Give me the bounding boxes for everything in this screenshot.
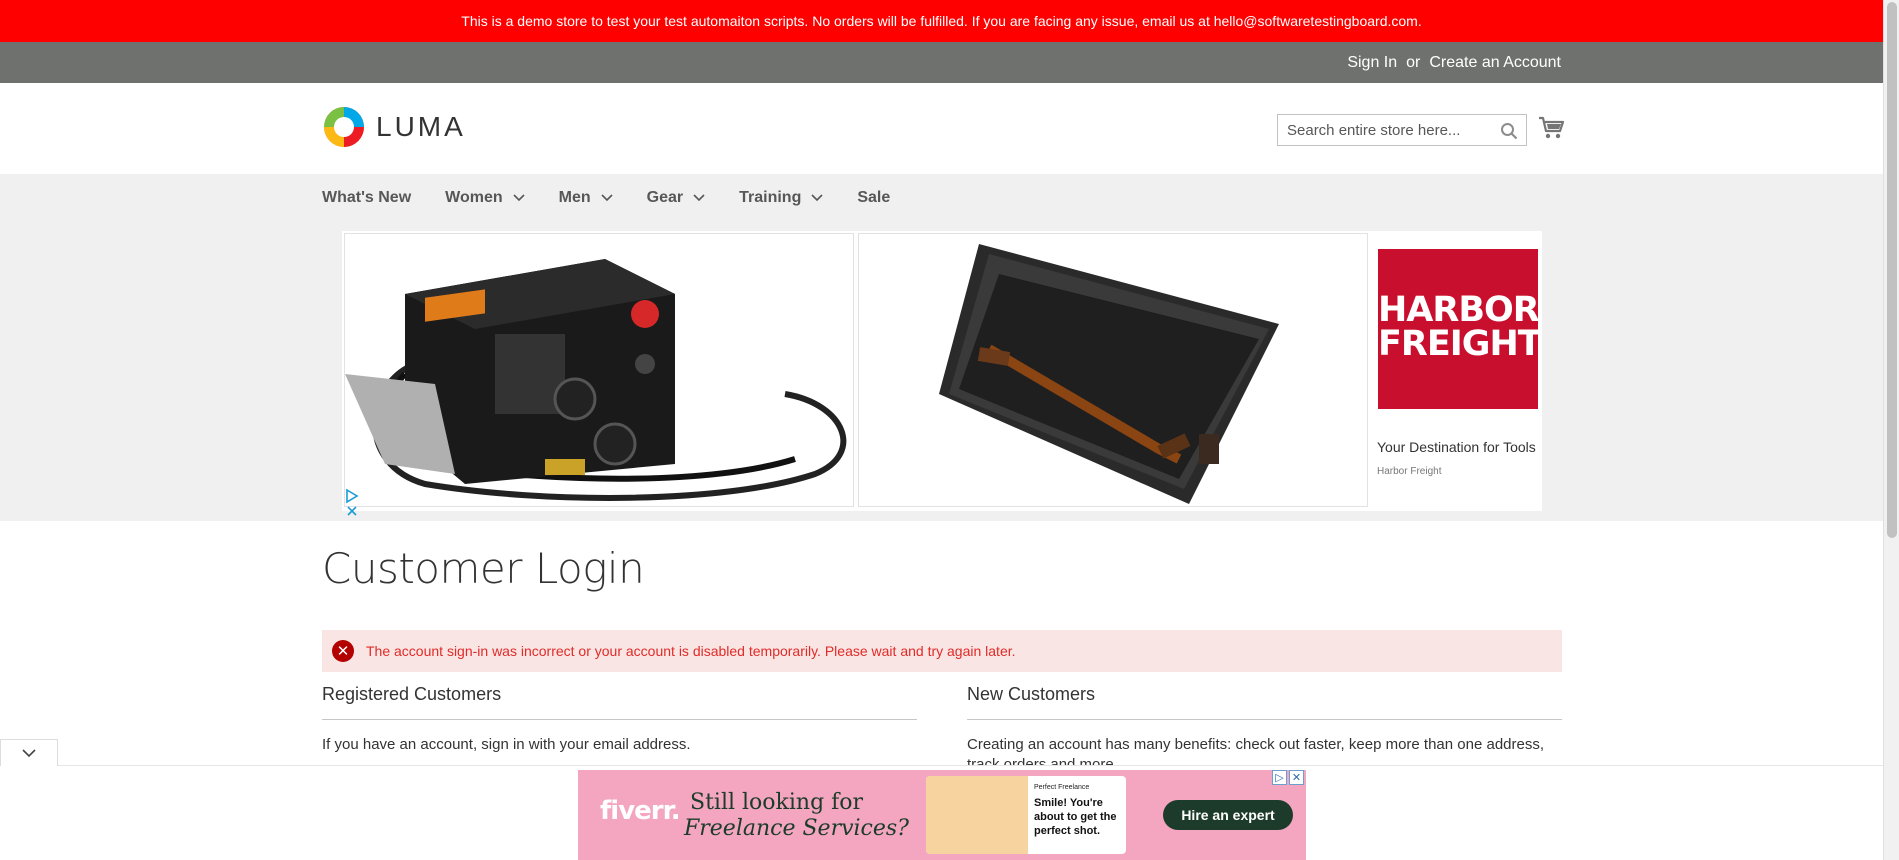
- scrollbar-thumb[interactable]: [1887, 2, 1897, 538]
- fiverr-gig-seller: Perfect Freelance: [1034, 784, 1090, 791]
- nav-item-label: Training: [739, 189, 802, 206]
- logo-text: LUMA: [376, 111, 466, 142]
- nav-item-whats-new[interactable]: What's New: [322, 189, 411, 207]
- ad-advertiser: Harbor Freight: [1377, 466, 1442, 477]
- nav-item-men[interactable]: Men: [559, 189, 613, 207]
- divider: [322, 719, 917, 720]
- rifle-case-image: [859, 234, 1367, 506]
- luma-logo-icon: [324, 107, 364, 147]
- demo-notice-text: This is a demo store to test your test a…: [461, 13, 1422, 29]
- top-utility-bar: Sign In or Create an Account: [0, 42, 1883, 83]
- collapse-ad-toggle[interactable]: [0, 739, 58, 766]
- search-box: [1277, 114, 1527, 146]
- fiverr-gig-image: [926, 776, 1028, 854]
- close-icon[interactable]: ✕: [1289, 770, 1304, 785]
- registered-customers-text: If you have an account, sign in with you…: [322, 736, 691, 753]
- ad-title[interactable]: Your Destination for Tools: [1377, 439, 1541, 456]
- welder-image: [345, 234, 853, 506]
- error-x-icon: ✕: [332, 640, 354, 662]
- fiverr-gig-text: Smile! You're about to get the perfect s…: [1034, 797, 1117, 837]
- fiverr-ad[interactable]: fiverr. Still looking for Freelance Serv…: [578, 770, 1306, 860]
- fiverr-headline: Still looking for Freelance Services?: [684, 790, 909, 842]
- nav-item-sale[interactable]: Sale: [857, 189, 890, 207]
- fiverr-gig-card[interactable]: Perfect Freelance Smile! You're about to…: [926, 776, 1126, 854]
- page-scrollbar[interactable]: [1883, 0, 1899, 860]
- demo-notice-bar: This is a demo store to test your test a…: [0, 0, 1883, 42]
- nav-item-label: Gear: [646, 189, 684, 206]
- adchoices-icon[interactable]: [345, 488, 359, 518]
- create-account-link[interactable]: Create an Account: [1429, 42, 1561, 83]
- chevron-down-icon: [22, 749, 36, 758]
- fiverr-headline-line2: Freelance Services?: [684, 816, 909, 841]
- nav-item-training[interactable]: Training: [739, 189, 823, 207]
- adchoices-icon[interactable]: ▷: [1272, 770, 1287, 785]
- ad-controls: ▷ ✕: [1272, 770, 1304, 785]
- page-title: Customer Login: [322, 544, 645, 593]
- hire-expert-button[interactable]: Hire an expert: [1163, 800, 1293, 830]
- site-header: LUMA: [0, 83, 1883, 174]
- search-icon[interactable]: [1500, 122, 1518, 140]
- main-navigation: What's New Women Men Gear Training Sale: [322, 174, 924, 222]
- fiverr-logo: fiverr.: [600, 796, 681, 826]
- or-separator: or: [1406, 54, 1421, 71]
- sign-in-link[interactable]: Sign In: [1347, 42, 1397, 83]
- registered-customers-title: Registered Customers: [322, 684, 502, 704]
- nav-item-label: What's New: [322, 189, 412, 206]
- ad-product-rifle-case[interactable]: [858, 233, 1368, 507]
- harbor-freight-logo-line: FREIGHT: [1378, 324, 1542, 364]
- chevron-down-icon: [693, 194, 705, 202]
- nav-and-ad-area: What's New Women Men Gear Training Sale: [0, 174, 1883, 521]
- luma-logo[interactable]: LUMA: [322, 105, 466, 149]
- new-customers-title: New Customers: [967, 684, 1096, 704]
- chevron-down-icon: [811, 194, 823, 202]
- nav-item-label: Men: [558, 189, 591, 206]
- nav-item-label: Women: [445, 189, 503, 206]
- ad-brand-panel[interactable]: HARBOR FREIGHT Your Destination for Tool…: [1375, 233, 1542, 509]
- adchoices-controls[interactable]: [345, 488, 359, 518]
- chevron-down-icon: [601, 194, 613, 202]
- harbor-freight-logo-line: HARBOR: [1378, 290, 1540, 330]
- error-message-text: The account sign-in was incorrect or you…: [366, 643, 1016, 659]
- error-message: ✕ The account sign-in was incorrect or y…: [322, 630, 1562, 672]
- nav-item-label: Sale: [857, 189, 891, 206]
- chevron-down-icon: [513, 194, 525, 202]
- divider: [967, 719, 1562, 720]
- account-links: Sign In or Create an Account: [1347, 42, 1561, 83]
- search-input[interactable]: [1278, 115, 1488, 145]
- harbor-freight-logo: HARBOR FREIGHT: [1378, 249, 1542, 409]
- ad-banner[interactable]: HARBOR FREIGHT Your Destination for Tool…: [342, 231, 1542, 516]
- cart-icon[interactable]: [1538, 116, 1564, 140]
- fiverr-headline-line1: Still looking for: [690, 790, 864, 815]
- nav-item-women[interactable]: Women: [445, 189, 525, 207]
- ad-product-welder[interactable]: [344, 233, 854, 507]
- nav-item-gear[interactable]: Gear: [647, 189, 705, 207]
